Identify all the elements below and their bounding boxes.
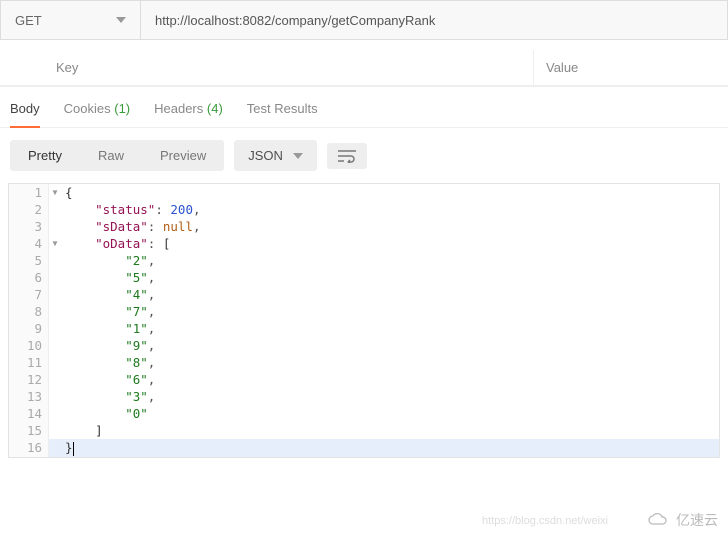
preview-button[interactable]: Preview xyxy=(142,140,224,171)
tab-cookies[interactable]: Cookies (1) xyxy=(64,101,130,127)
tab-body[interactable]: Body xyxy=(10,101,40,128)
headers-count: (4) xyxy=(207,101,223,116)
line-number: 4 xyxy=(9,235,49,252)
cookies-count: (1) xyxy=(114,101,130,116)
line-number: 11 xyxy=(9,354,49,371)
line-number: 3 xyxy=(9,218,49,235)
drag-handle[interactable] xyxy=(0,50,44,86)
text-cursor xyxy=(73,442,74,456)
fold-icon[interactable]: ▾ xyxy=(49,184,61,201)
line-number: 13 xyxy=(9,388,49,405)
chevron-down-icon xyxy=(293,153,303,159)
line-number: 6 xyxy=(9,269,49,286)
tab-cookies-label: Cookies xyxy=(64,101,111,116)
line-number: 14 xyxy=(9,405,49,422)
cloud-icon xyxy=(648,512,670,528)
view-mode-group: Pretty Raw Preview xyxy=(10,140,224,171)
raw-button[interactable]: Raw xyxy=(80,140,142,171)
http-method-label: GET xyxy=(15,13,42,28)
line-number: 8 xyxy=(9,303,49,320)
line-number: 1 xyxy=(9,184,49,201)
pretty-button[interactable]: Pretty xyxy=(10,140,80,171)
fold-icon[interactable]: ▾ xyxy=(49,235,61,252)
format-label: JSON xyxy=(248,148,283,163)
param-value-input[interactable]: Value xyxy=(534,50,728,86)
line-number: 15 xyxy=(9,422,49,439)
watermark-url: https://blog.csdn.net/weixi xyxy=(482,515,608,527)
tab-headers[interactable]: Headers (4) xyxy=(154,101,223,127)
watermark-text: 亿速云 xyxy=(676,510,718,530)
wrap-lines-button[interactable] xyxy=(327,143,367,169)
chevron-down-icon xyxy=(116,17,126,23)
line-number: 10 xyxy=(9,337,49,354)
watermark: 亿速云 xyxy=(648,510,718,530)
http-method-select[interactable]: GET xyxy=(1,1,141,39)
tab-headers-label: Headers xyxy=(154,101,203,116)
line-number: 7 xyxy=(9,286,49,303)
response-body[interactable]: 1▾{ 2 "status": 200, 3 "sData": null, 4▾… xyxy=(8,183,720,458)
format-select[interactable]: JSON xyxy=(234,140,317,171)
line-number: 2 xyxy=(9,201,49,218)
url-input[interactable] xyxy=(141,1,727,39)
line-number: 16 xyxy=(9,439,49,457)
wrap-icon xyxy=(337,149,357,163)
param-key-input[interactable]: Key xyxy=(44,50,534,86)
line-number: 12 xyxy=(9,371,49,388)
line-number: 5 xyxy=(9,252,49,269)
tab-test-results[interactable]: Test Results xyxy=(247,101,318,127)
params-row: Key Value xyxy=(0,50,728,87)
line-number: 9 xyxy=(9,320,49,337)
